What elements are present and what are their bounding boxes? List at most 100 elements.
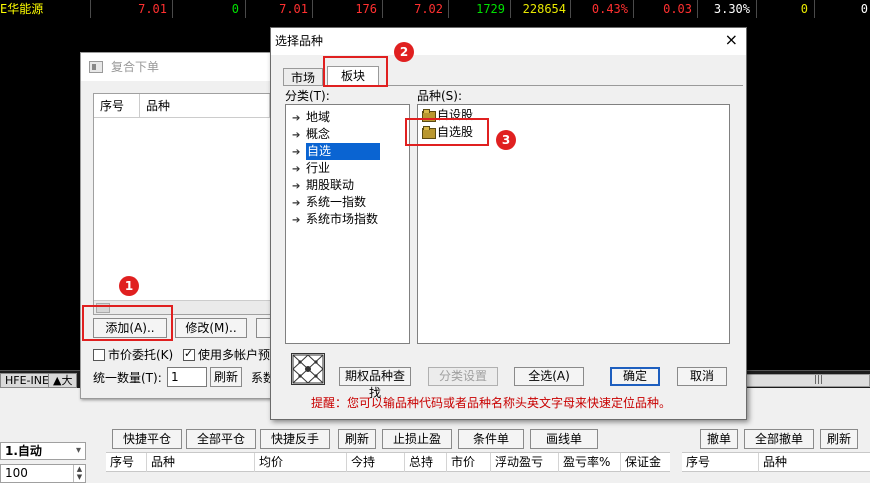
- divider: [382, 0, 383, 18]
- tab-hfe-ine[interactable]: HFE-INE: [0, 373, 54, 388]
- category-item[interactable]: ➔ 系统市场指数: [292, 211, 378, 228]
- annotation-box-2: [323, 56, 388, 87]
- col-order-seq[interactable]: 序号: [682, 453, 758, 472]
- category-item[interactable]: ➔ 地域: [292, 109, 330, 126]
- refresh-button[interactable]: 刷新: [210, 367, 242, 387]
- unified-qty-input[interactable]: 1: [167, 367, 207, 387]
- composite-order-dialog: 复合下单 序号 品种 类 添加(A).. 修改(M).. 市价委托(K) 使用多…: [80, 52, 301, 399]
- ok-button[interactable]: 确定: [610, 367, 660, 386]
- quote-cell: 0: [860, 2, 868, 16]
- scroll-grip-icon: |||: [814, 375, 824, 385]
- refresh-button[interactable]: 刷新: [338, 429, 376, 449]
- divider: [697, 0, 698, 18]
- annotation-box-1: [82, 305, 173, 341]
- col-order-variety[interactable]: 品种: [758, 453, 870, 472]
- col-pl-rate[interactable]: 盈亏率%: [558, 453, 620, 472]
- arrow-right-icon: ➔: [292, 198, 301, 209]
- quote-cell: 7.01: [279, 2, 308, 16]
- quote-cell: 7.02: [414, 2, 443, 16]
- quote-cell: 228654: [522, 2, 566, 16]
- variety-label: 品种(S):: [417, 89, 463, 103]
- window-icon: [89, 61, 103, 73]
- arrow-right-icon: ➔: [292, 181, 301, 192]
- quote-cell: 0.03: [663, 2, 692, 16]
- col-seq[interactable]: 序号: [106, 453, 146, 472]
- cancel-button[interactable]: 取消: [677, 367, 727, 386]
- divider: [245, 0, 246, 18]
- market-order-label: 市价委托(K): [108, 348, 174, 362]
- quote-cell: 1729: [476, 2, 505, 16]
- category-item-selected[interactable]: ➔ 自选: [292, 143, 380, 160]
- positions-table-header: 序号 品种 均价 今持 总持 市价 浮动盈亏 盈亏率% 保证金: [106, 452, 670, 472]
- quote-cell: 0: [800, 2, 808, 16]
- option-lookup-button[interactable]: 期权品种查找: [339, 367, 411, 400]
- col-variety[interactable]: 品种: [140, 94, 270, 118]
- divider: [756, 0, 757, 18]
- divider: [814, 0, 815, 18]
- stop-loss-profit-button[interactable]: 止损止盈: [382, 429, 452, 449]
- divider: [570, 0, 571, 18]
- variety-grid-icon[interactable]: [291, 353, 325, 385]
- quick-close-button[interactable]: 快捷平仓: [112, 429, 182, 449]
- arrow-right-icon: ➔: [292, 215, 301, 226]
- category-item[interactable]: ➔ 概念: [292, 126, 330, 143]
- arrow-right-icon: ➔: [292, 147, 301, 158]
- multi-account-checkbox[interactable]: [183, 347, 195, 361]
- chevron-down-icon: ▾: [75, 445, 81, 456]
- divider: [510, 0, 511, 18]
- divider: [90, 0, 91, 18]
- col-variety[interactable]: 品种: [146, 453, 254, 472]
- col-floating-pl[interactable]: 浮动盈亏: [490, 453, 558, 472]
- category-label: 分类(T):: [285, 89, 330, 103]
- divider: [312, 0, 313, 18]
- select-all-button[interactable]: 全选(A): [514, 367, 584, 386]
- divider: [633, 0, 634, 18]
- tab-market[interactable]: 市场: [283, 68, 323, 86]
- col-today-pos[interactable]: 今持: [346, 453, 404, 472]
- col-margin[interactable]: 保证金: [620, 453, 670, 472]
- tab-second[interactable]: ▲大: [48, 373, 78, 388]
- annotation-badge-1: 1: [119, 276, 139, 296]
- line-order-button[interactable]: 画线单: [530, 429, 598, 449]
- annotation-badge-3: 3: [496, 130, 516, 150]
- annotation-badge-2: 2: [394, 42, 414, 62]
- annotation-box-3: [405, 118, 489, 146]
- category-list[interactable]: ➔ 地域 ➔ 概念 ➔ 自选 ➔ 行业 ➔ 期股联动 ➔ 系统一指数 ➔ 系统市场指数: [285, 104, 410, 344]
- dialog-title: 复合下单: [111, 60, 160, 74]
- multi-account-label: 使用多帐户预: [198, 348, 271, 362]
- category-item[interactable]: ➔ 行业: [292, 160, 330, 177]
- quantity-value: 100: [5, 466, 28, 480]
- quote-cell: 3.30%: [713, 2, 750, 16]
- unified-qty-label: 统一数量(T):: [93, 371, 162, 385]
- col-avg-price[interactable]: 均价: [254, 453, 346, 472]
- tip-text: 提醒：您可以输品种代码或者品种名称头英文字母来快速定位品种。: [311, 396, 672, 410]
- cancel-order-button[interactable]: 撤单: [700, 429, 738, 449]
- market-order-checkbox[interactable]: [93, 349, 105, 361]
- close-icon[interactable]: ×: [725, 30, 738, 50]
- close-all-button[interactable]: 全部平仓: [186, 429, 256, 449]
- divider: [448, 0, 449, 18]
- modify-button[interactable]: 修改(M)..: [175, 318, 247, 338]
- quick-reverse-button[interactable]: 快捷反手: [260, 429, 330, 449]
- conditional-order-button[interactable]: 条件单: [458, 429, 524, 449]
- spinner-icon[interactable]: ▲ ▼: [73, 465, 85, 482]
- dialog-title-bar[interactable]: 复合下单: [81, 53, 299, 81]
- quote-cell: 176: [355, 2, 377, 16]
- dialog-title: 选择品种: [275, 34, 324, 48]
- category-item[interactable]: ➔ 系统一指数: [292, 194, 366, 211]
- category-item[interactable]: ➔ 期股联动: [292, 177, 354, 194]
- col-total-pos[interactable]: 总持: [404, 453, 446, 472]
- order-mode-select[interactable]: 1.自动 ▾: [0, 442, 86, 460]
- quote-name: E华能源: [0, 2, 44, 16]
- cancel-all-button[interactable]: 全部撤单: [744, 429, 814, 449]
- col-market-price[interactable]: 市价: [446, 453, 490, 472]
- order-mode-value: 1.自动: [5, 444, 42, 458]
- col-seq[interactable]: 序号: [94, 94, 140, 118]
- dialog-title-bar[interactable]: 选择品种 ×: [271, 28, 746, 55]
- quote-cell: 0: [231, 2, 239, 16]
- category-settings-button[interactable]: 分类设置: [428, 367, 498, 386]
- refresh-orders-button[interactable]: 刷新: [820, 429, 858, 449]
- orders-table-header: 序号 品种: [682, 452, 870, 472]
- quote-row[interactable]: E华能源 7.01 0 7.01 176 7.02 1729 228654 0.…: [0, 0, 870, 18]
- quantity-input[interactable]: 100 ▲ ▼: [0, 464, 86, 483]
